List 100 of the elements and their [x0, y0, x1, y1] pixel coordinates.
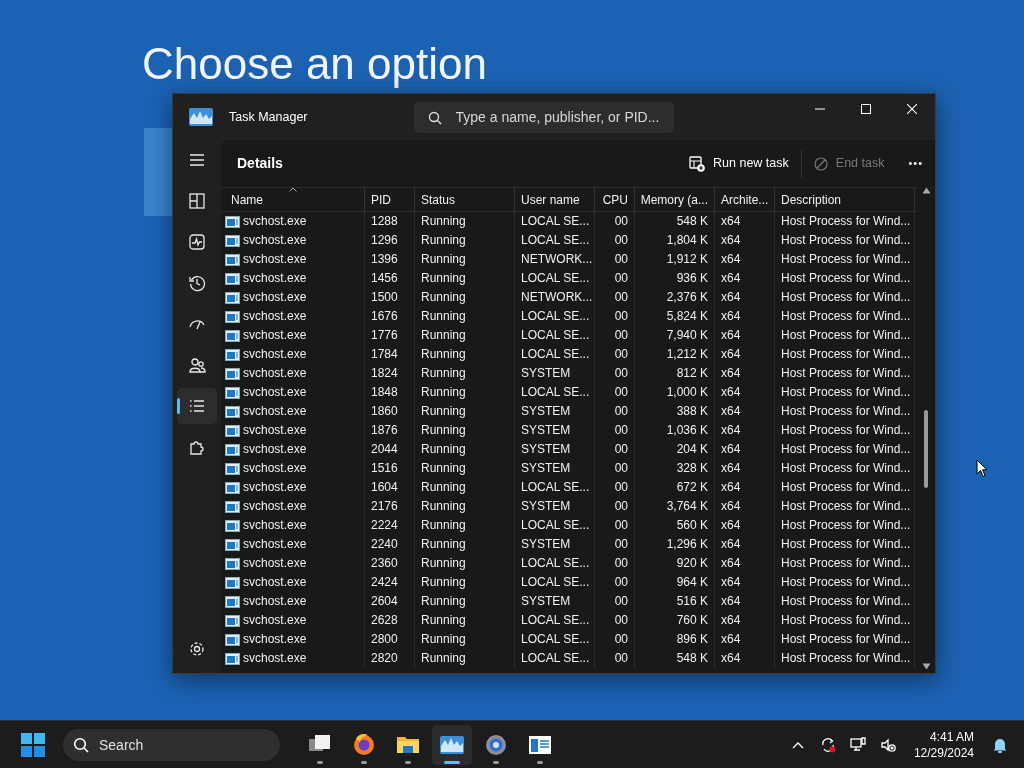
table-cell: 560 K	[635, 516, 715, 535]
table-cell: x64	[715, 307, 775, 326]
search-icon	[427, 110, 442, 125]
table-cell: SYSTEM	[515, 497, 595, 516]
table-cell: 1456	[365, 269, 415, 288]
table-cell: 1876	[365, 421, 415, 440]
column-header[interactable]: Status	[415, 187, 515, 212]
table-cell: NETWORK...	[515, 250, 595, 269]
window-icon	[225, 386, 240, 399]
table-cell: 936 K	[635, 269, 715, 288]
clock-date[interactable]: 12/29/2024	[913, 744, 974, 761]
column-header[interactable]: CPU	[595, 187, 635, 212]
window-icon	[225, 652, 240, 665]
table-cell: 1676	[365, 307, 415, 326]
clock-icon	[188, 274, 206, 292]
taskbar-app[interactable]	[432, 724, 472, 765]
table-cell: Host Process for Wind...	[775, 383, 915, 402]
window-icon	[225, 310, 240, 323]
window-icon	[225, 291, 240, 304]
column-header[interactable]: Name	[221, 187, 365, 212]
table-cell: 1500	[365, 288, 415, 307]
table-cell: 1,036 K	[635, 421, 715, 440]
table-cell: LOCAL SE...	[515, 478, 595, 497]
process-name: svchost.exe	[243, 346, 307, 363]
close-icon	[907, 104, 917, 114]
table-cell: LOCAL SE...	[515, 231, 595, 250]
table-cell: Host Process for Wind...	[775, 326, 915, 345]
process-name: svchost.exe	[243, 232, 307, 249]
table-cell: 548 K	[635, 649, 715, 668]
sync-icon	[819, 736, 836, 753]
window-icon	[225, 215, 240, 228]
table-cell: 1,212 K	[635, 345, 715, 364]
scrollbar-thumb[interactable]	[924, 410, 928, 488]
table-cell: Host Process for Wind...	[775, 307, 915, 326]
window-icon	[225, 443, 240, 456]
search-field[interactable]: Type a name, publisher, or PID...	[413, 101, 674, 133]
table-cell: 00	[595, 212, 635, 231]
scroll-down-icon[interactable]	[921, 663, 931, 670]
column-header[interactable]: User name	[515, 187, 595, 212]
table-cell: 204 K	[635, 440, 715, 459]
bell-icon	[992, 736, 1008, 753]
table-cell: Host Process for Wind...	[775, 554, 915, 573]
table-cell: LOCAL SE...	[515, 307, 595, 326]
table-cell: x64	[715, 516, 775, 535]
gear-icon	[484, 732, 508, 757]
page-heading: Choose an option	[142, 38, 487, 90]
column-header[interactable]: PID	[365, 187, 415, 212]
table-cell: x64	[715, 497, 775, 516]
table-cell: 3,764 K	[635, 497, 715, 516]
column-header[interactable]: Archite...	[715, 187, 775, 212]
table-cell: 00	[595, 288, 635, 307]
table-cell: Running	[415, 364, 515, 383]
table-cell: LOCAL SE...	[515, 345, 595, 364]
table-cell: 1,804 K	[635, 231, 715, 250]
column-header[interactable]: Description	[775, 187, 915, 212]
option-tile[interactable]	[144, 128, 172, 216]
search-icon	[73, 736, 89, 753]
more-button[interactable]: •••	[896, 149, 935, 178]
table-cell: x64	[715, 554, 775, 573]
table-cell: 964 K	[635, 573, 715, 592]
table-cell: 1848	[365, 383, 415, 402]
sidebar-item[interactable]	[177, 388, 217, 424]
table-cell: Running	[415, 383, 515, 402]
table-cell: Running	[415, 269, 515, 288]
table-cell: 2,376 K	[635, 288, 715, 307]
table-cell: 1860	[365, 402, 415, 421]
table-cell: LOCAL SE...	[515, 611, 595, 630]
table-cell: 388 K	[635, 402, 715, 421]
table-cell: 1,296 K	[635, 535, 715, 554]
table-cell: 7,940 K	[635, 326, 715, 345]
table-cell: LOCAL SE...	[515, 326, 595, 345]
grid-icon	[188, 192, 206, 210]
table-cell: x64	[715, 592, 775, 611]
table-cell: 00	[595, 611, 635, 630]
table-cell: 2820	[365, 649, 415, 668]
window-icon	[225, 614, 240, 627]
process-name: svchost.exe	[243, 441, 307, 458]
process-name: svchost.exe	[243, 498, 307, 515]
table-cell: 00	[595, 554, 635, 573]
table-cell: x64	[715, 288, 775, 307]
column-header[interactable]: Memory (a...	[635, 187, 715, 212]
run-task-button[interactable]: Run new task	[677, 148, 801, 179]
process-name: svchost.exe	[243, 422, 307, 439]
clock-time[interactable]: 4:41 AM	[929, 728, 974, 745]
table-cell: Host Process for Wind...	[775, 440, 915, 459]
table-cell: Host Process for Wind...	[775, 364, 915, 383]
table-cell: Running	[415, 611, 515, 630]
table-cell: Running	[415, 345, 515, 364]
table-cell: x64	[715, 345, 775, 364]
table-cell: LOCAL SE...	[515, 573, 595, 592]
table-cell: 00	[595, 269, 635, 288]
taskbar-search-field[interactable]: Search	[63, 728, 280, 761]
table-cell: 00	[595, 307, 635, 326]
window-icon	[225, 234, 240, 247]
process-name: svchost.exe	[243, 327, 307, 344]
table-cell: Host Process for Wind...	[775, 231, 915, 250]
table-cell: Host Process for Wind...	[775, 288, 915, 307]
new-task-icon	[689, 155, 706, 172]
scroll-up-icon[interactable]	[921, 187, 931, 194]
table-cell: x64	[715, 212, 775, 231]
